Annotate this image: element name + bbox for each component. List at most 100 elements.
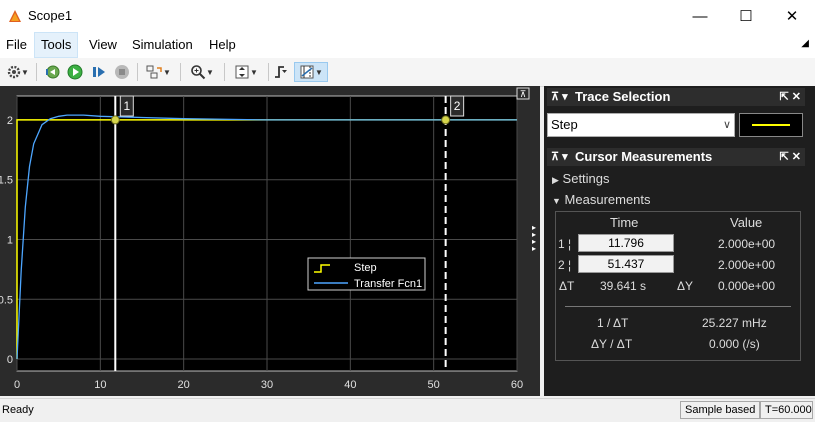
panel-undock-close-icon[interactable]: ⇱ ✕ bbox=[780, 148, 802, 166]
legend-transfer-label: Transfer Fcn1 bbox=[354, 278, 422, 290]
inverse-delta-t-label: 1 / ΔT bbox=[597, 316, 629, 330]
chevron-down-icon: ∨ bbox=[722, 119, 731, 131]
toolbar: ▼ ▼ ▼ ▼ ▼ bbox=[0, 58, 815, 87]
cursor-1-time-field[interactable]: 11.796 bbox=[578, 234, 674, 252]
expanded-arrow-icon: ▼ bbox=[552, 196, 561, 206]
menu-help[interactable]: Help bbox=[203, 32, 242, 58]
cursor-2-time-field[interactable]: 51.437 bbox=[578, 255, 674, 273]
cursor-2-label: 2 bbox=[454, 99, 461, 113]
settings-section-toggle[interactable]: ▶ Settings bbox=[552, 171, 610, 186]
trace-select[interactable]: Step ∨ bbox=[547, 113, 735, 137]
cursor-measurements-button[interactable]: ▼ bbox=[294, 62, 328, 82]
delta-y-value: 0.000e+00 bbox=[718, 279, 776, 293]
autoscale-icon bbox=[235, 65, 249, 79]
menu-tools[interactable]: Tools bbox=[34, 32, 79, 58]
close-icon: ✕ bbox=[785, 8, 799, 25]
panel-undock-close-icon[interactable]: ⇱ ✕ bbox=[780, 88, 802, 106]
title-bar: Scope1 — ☐ ✕ bbox=[0, 0, 815, 32]
status-ready: Ready bbox=[2, 404, 34, 416]
status-sim-time: T=60.000 bbox=[760, 401, 813, 419]
slope-label: ΔY / ΔT bbox=[591, 337, 633, 351]
maximize-button[interactable]: ☐ bbox=[723, 0, 769, 32]
x-tick-label: 40 bbox=[344, 379, 356, 391]
panel-pin-icon[interactable]: ⊼ ▾ bbox=[551, 88, 568, 106]
highlight-button[interactable]: ▼ bbox=[141, 62, 175, 82]
highlight-caret-icon: ▼ bbox=[163, 67, 171, 77]
triggers-button[interactable] bbox=[270, 62, 292, 82]
step-back-icon bbox=[46, 65, 60, 79]
slope-value: 0.000 (/s) bbox=[709, 337, 760, 351]
zoom-button[interactable]: ▼ bbox=[185, 62, 219, 82]
expand-icon: ▸ bbox=[532, 244, 536, 253]
autoscale-button[interactable]: ▼ bbox=[229, 62, 263, 82]
toolbar-separator bbox=[268, 63, 269, 81]
autoscale-caret-icon: ▼ bbox=[250, 67, 258, 77]
delta-t-label: ΔT bbox=[559, 279, 575, 293]
collapsed-arrow-icon: ▶ bbox=[552, 175, 559, 185]
panel-pin-icon[interactable]: ⊼ ▾ bbox=[551, 148, 568, 166]
value-column-header: Value bbox=[730, 215, 763, 230]
toolbar-separator bbox=[137, 63, 138, 81]
stop-button[interactable] bbox=[111, 62, 133, 82]
legend-step-label: Step bbox=[354, 262, 377, 274]
minimize-icon: — bbox=[692, 7, 708, 25]
maximize-icon: ☐ bbox=[739, 8, 753, 25]
collapse-plot-button[interactable]: ⊼ bbox=[516, 87, 530, 100]
settings-caret-icon: ▼ bbox=[21, 67, 29, 77]
gear-icon bbox=[7, 65, 21, 79]
cursor-1-row-label: 1 ¦ bbox=[558, 237, 572, 251]
window-title: Scope1 bbox=[28, 8, 73, 23]
plot-legend[interactable]: Step Transfer Fcn1 bbox=[307, 257, 426, 291]
y-tick-labels: 0 0.5 1 1.5 2 bbox=[0, 115, 13, 366]
x-tick-labels: 0 10 20 30 40 50 60 bbox=[14, 379, 523, 391]
step-forward-button[interactable] bbox=[88, 62, 110, 82]
scope-app-icon bbox=[9, 10, 21, 22]
x-tick-label: 10 bbox=[94, 379, 106, 391]
cursor-1-value: 2.000e+00 bbox=[718, 237, 776, 251]
menu-simulation[interactable]: Simulation bbox=[126, 32, 199, 58]
zoom-icon bbox=[191, 65, 206, 80]
expand-panel-handle[interactable]: ▸ ▸ ▸ ▸ bbox=[532, 223, 536, 253]
cursor-2-value: 2.000e+00 bbox=[718, 258, 776, 272]
delta-t-value: 39.641 s bbox=[600, 279, 647, 293]
x-tick-label: 0 bbox=[14, 379, 20, 391]
measurements-section-label: Measurements bbox=[564, 192, 651, 207]
scope-plot[interactable]: 0 0.5 1 1.5 2 0 10 20 30 40 50 60 1 2 Step Transfe… bbox=[0, 86, 544, 396]
menu-view[interactable]: View bbox=[83, 32, 123, 58]
cursor-measurements-title: Cursor Measurements bbox=[575, 149, 713, 164]
x-tick-label: 20 bbox=[178, 379, 190, 391]
status-sample-based: Sample based bbox=[680, 401, 761, 419]
run-icon bbox=[67, 64, 83, 80]
dock-icon[interactable]: ◢ bbox=[801, 38, 809, 49]
x-tick-label: 30 bbox=[261, 379, 273, 391]
y-tick-label: 1.5 bbox=[0, 175, 13, 187]
y-tick-label: 1 bbox=[7, 234, 13, 246]
cursor-2-marker[interactable] bbox=[441, 115, 451, 125]
step-back-button[interactable] bbox=[41, 62, 63, 82]
measurements-section-toggle[interactable]: ▼ Measurements bbox=[552, 192, 651, 207]
minimize-button[interactable]: — bbox=[677, 0, 723, 32]
highlight-icon bbox=[146, 65, 162, 79]
measurements-divider bbox=[565, 306, 791, 307]
cursor-measurements-caret-icon: ▼ bbox=[315, 67, 323, 77]
delta-y-label: ΔY bbox=[677, 279, 694, 293]
close-button[interactable]: ✕ bbox=[769, 0, 815, 32]
cursor-1-label: 1 bbox=[123, 99, 130, 113]
settings-section-label: Settings bbox=[562, 171, 610, 186]
menu-bar: File Tools View Simulation Help ◢ bbox=[0, 32, 815, 58]
cursor-measurements-icon bbox=[300, 65, 314, 79]
time-column-header: Time bbox=[610, 215, 639, 230]
y-tick-label: 0 bbox=[7, 354, 13, 366]
trace-color-swatch[interactable] bbox=[739, 113, 803, 137]
status-bar: Ready Sample based T=60.000 bbox=[0, 398, 815, 422]
menu-file[interactable]: File bbox=[0, 32, 33, 58]
y-tick-label: 0.5 bbox=[0, 294, 13, 306]
trace-color-line bbox=[752, 124, 790, 126]
run-button[interactable] bbox=[64, 62, 86, 82]
triggers-icon bbox=[275, 66, 287, 78]
trace-selection-title: Trace Selection bbox=[575, 89, 671, 104]
cursor-1-marker[interactable] bbox=[110, 115, 120, 125]
trace-selection-header: ⊼ ▾ Trace Selection ⇱ ✕ bbox=[547, 88, 805, 106]
cursor-2-row-label: 2 ¦ bbox=[558, 258, 572, 272]
settings-button[interactable]: ▼ bbox=[3, 62, 33, 82]
